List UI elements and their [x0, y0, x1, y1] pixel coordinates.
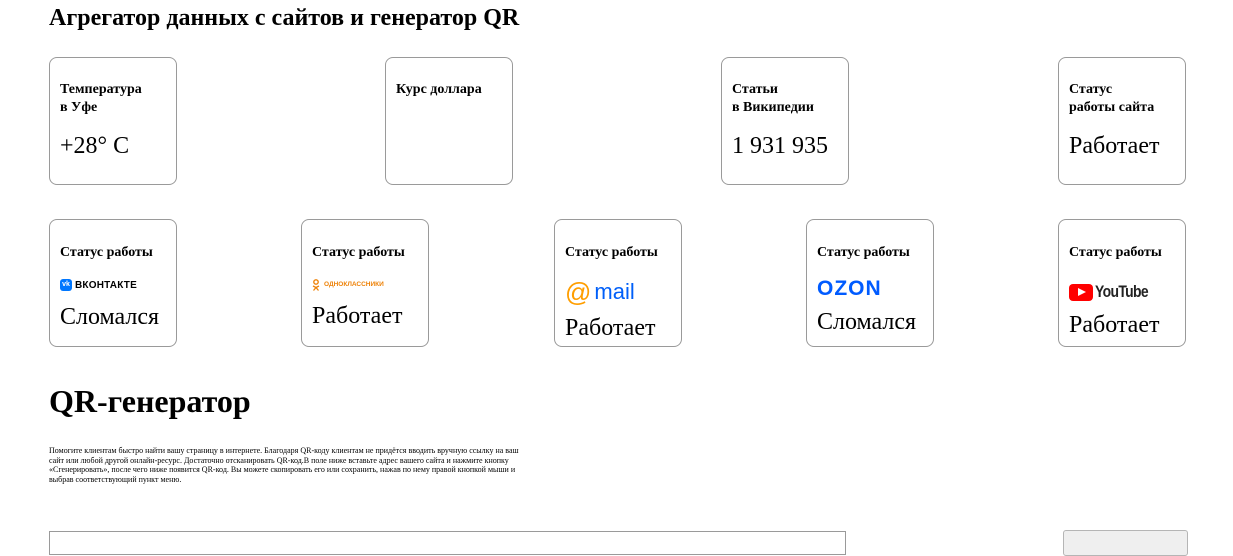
- vk-icon: vk: [60, 279, 72, 291]
- vk-status-value: Сломался: [60, 304, 160, 330]
- url-input[interactable]: [49, 531, 846, 555]
- wikipedia-articles-widget: Статьи в Википедии 1 931 935: [721, 57, 849, 185]
- site-status-widget: Статус работы сайта Работает: [1058, 57, 1186, 185]
- temperature-value: +28° C: [60, 133, 130, 159]
- page-title: Агрегатор данных с сайтов и генератор QR: [49, 5, 520, 31]
- ozon-status-value: Сломался: [817, 309, 917, 335]
- site-status-value: Работает: [1069, 133, 1160, 159]
- vk-status-widget: Статус работы vk ВКОНТАКТЕ Сломался: [49, 219, 177, 347]
- vk-wordmark: ВКОНТАКТЕ: [75, 279, 137, 291]
- widget-label: Статус работы: [60, 245, 153, 260]
- mail-logo: @ mail: [565, 278, 635, 306]
- ozon-logo: OZON: [817, 277, 882, 301]
- mail-wordmark: mail: [594, 279, 635, 304]
- widget-label: Статус работы: [312, 245, 405, 260]
- ozon-status-widget: Статус работы OZON Сломался: [806, 219, 934, 347]
- youtube-status-widget: Статус работы YouTube Работает: [1058, 219, 1186, 347]
- wikipedia-articles-value: 1 931 935: [732, 133, 828, 159]
- mail-status-value: Работает: [565, 315, 656, 341]
- play-icon: [1069, 283, 1093, 301]
- ok-status-widget: Статус работы ОДНОКЛАССНИКИ Работает: [301, 219, 429, 347]
- widget-label: Температура в Уфе: [60, 82, 142, 115]
- temperature-widget: Температура в Уфе +28° C: [49, 57, 177, 185]
- youtube-status-value: Работает: [1069, 312, 1160, 338]
- qr-description: Помогите клиентам быстро найти вашу стра…: [49, 446, 519, 484]
- widget-label: Статус работы сайта: [1069, 82, 1155, 115]
- youtube-logo: YouTube: [1069, 282, 1160, 302]
- generate-button[interactable]: [1063, 530, 1188, 556]
- youtube-wordmark: YouTube: [1095, 282, 1149, 301]
- widget-label: Курс доллара: [396, 82, 482, 97]
- widget-label: Статус работы: [565, 245, 658, 260]
- vk-logo: vk ВКОНТАКТЕ: [60, 279, 137, 291]
- dollar-rate-widget: Курс доллара: [385, 57, 513, 185]
- ok-logo: ОДНОКЛАССНИКИ: [312, 278, 384, 291]
- widget-label: Статьи в Википедии: [732, 82, 814, 115]
- qr-heading: QR-генератор: [49, 383, 251, 419]
- ok-icon: [312, 278, 320, 291]
- ok-wordmark: ОДНОКЛАССНИКИ: [324, 280, 384, 288]
- at-sign-icon: @: [565, 277, 592, 307]
- ozon-wordmark: OZON: [817, 277, 882, 300]
- widget-label: Статус работы: [817, 245, 910, 260]
- mail-status-widget: Статус работы @ mail Работает: [554, 219, 682, 347]
- widget-label: Статус работы: [1069, 245, 1162, 260]
- ok-status-value: Работает: [312, 303, 403, 329]
